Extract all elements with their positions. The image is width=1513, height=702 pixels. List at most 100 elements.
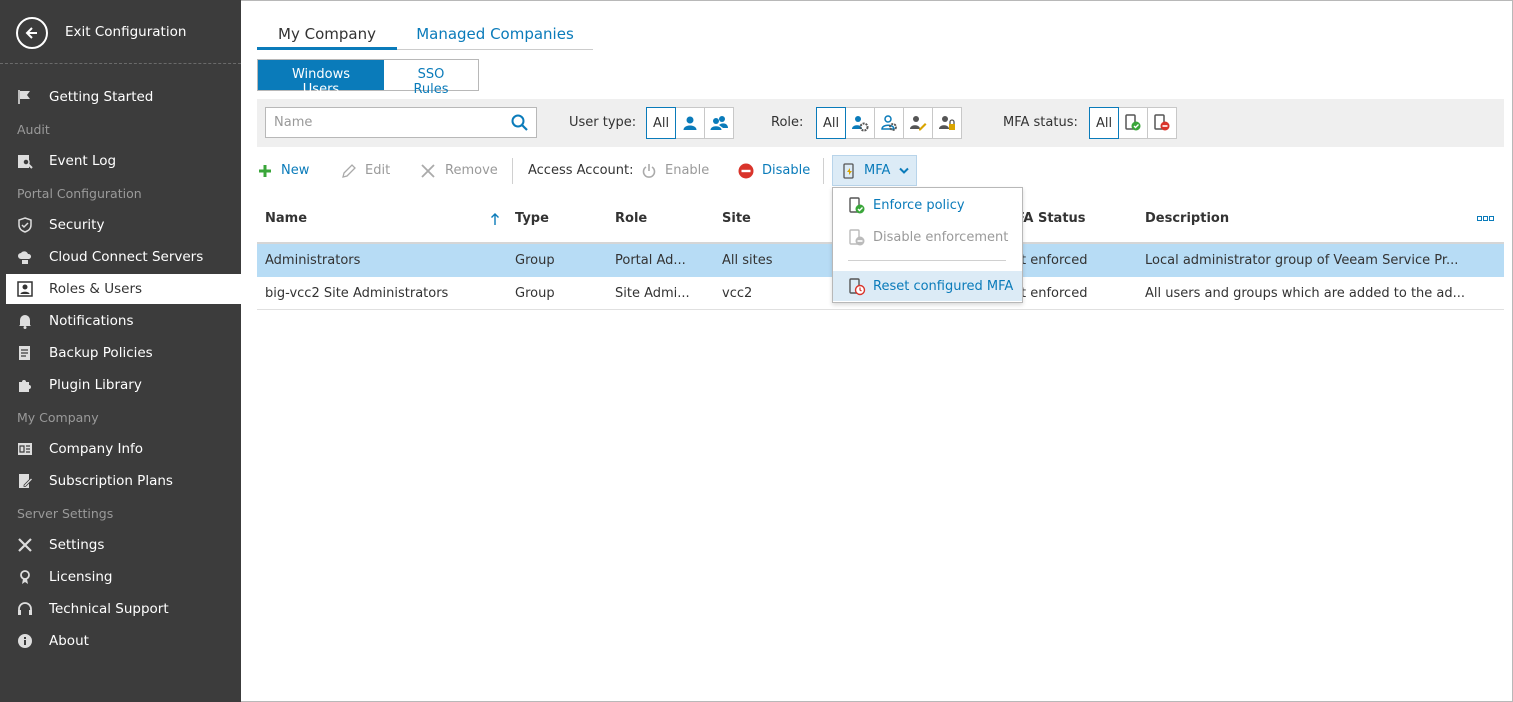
sidebar-item-plugin-library[interactable]: Plugin Library (0, 370, 241, 400)
license-icon (20, 570, 30, 584)
edit-button[interactable]: Edit (365, 163, 390, 178)
role-readonly-button[interactable] (932, 107, 962, 139)
sidebar-item-label: Subscription Plans (49, 473, 173, 489)
exit-configuration-button[interactable]: Exit Configuration (0, 0, 241, 64)
sidebar-item-label: Settings (49, 537, 105, 553)
sidebar-item-label: Security (49, 217, 105, 233)
disable-button[interactable]: Disable (762, 163, 810, 178)
mfa-reset-icon (849, 278, 866, 296)
column-header-type[interactable]: Type (515, 211, 549, 226)
user-icon (683, 116, 697, 130)
user-type-filter: All (646, 107, 734, 139)
section-my-company: My Company (17, 410, 99, 425)
role-filter: All (816, 107, 962, 139)
column-header-site[interactable]: Site (722, 211, 751, 226)
sidebar-item-label: Company Info (49, 441, 144, 457)
power-icon (642, 164, 656, 178)
back-arrow-icon (16, 17, 48, 49)
cell-role: Site Admi... (615, 286, 690, 301)
cell-site: vcc2 (722, 286, 753, 301)
menu-item-label: Disable enforcement (873, 230, 1009, 245)
access-account-label: Access Account: (528, 163, 634, 178)
mfa-all-button[interactable]: All (1089, 107, 1119, 139)
sidebar-item-label: Licensing (49, 569, 113, 585)
search-input[interactable] (266, 108, 502, 137)
sort-ascending-icon[interactable] (490, 212, 500, 226)
user-group-icon (710, 116, 728, 130)
sidebar-item-roles-users[interactable]: Roles & Users (6, 274, 241, 304)
mfa-phone-icon (843, 163, 854, 179)
sidebar-item-about[interactable]: About (0, 626, 241, 656)
subtab-group: Windows Users SSO Rules (257, 59, 479, 97)
sidebar-item-settings[interactable]: Settings (0, 530, 241, 560)
readonly-lock-icon (939, 116, 955, 130)
cell-type: Group (515, 253, 555, 268)
role-portal-admin-button[interactable] (845, 107, 875, 139)
sidebar-item-backup-policies[interactable]: Backup Policies (0, 338, 241, 368)
cell-description: All users and groups which are added to … (1145, 286, 1466, 301)
role-label: Role: (771, 115, 804, 130)
cell-name: Administrators (265, 253, 361, 268)
plus-icon (259, 165, 271, 177)
mfa-dropdown-button[interactable]: MFA (832, 155, 917, 186)
column-header-role[interactable]: Role (615, 211, 647, 226)
sidebar-item-label: Notifications (49, 313, 134, 329)
search-icon[interactable] (511, 114, 529, 132)
menu-item-enforce-policy[interactable]: Enforce policy (833, 190, 1022, 220)
cloud-server-icon (18, 251, 32, 264)
bell-icon (19, 315, 31, 329)
company-icon (18, 443, 32, 455)
tab-managed-companies[interactable]: Managed Companies (397, 22, 593, 50)
subtab-windows-users[interactable]: Windows Users (258, 60, 384, 97)
sidebar-item-notifications[interactable]: Notifications (0, 306, 241, 336)
sidebar-item-label: Backup Policies (49, 345, 153, 361)
mfa-status-label: MFA status: (1003, 115, 1078, 130)
user-type-label: User type: (569, 115, 637, 130)
sidebar-item-label: About (49, 633, 89, 649)
subtab-sso-rules[interactable]: SSO Rules (384, 60, 478, 97)
sidebar-item-event-log[interactable]: Event Log (0, 146, 241, 176)
user-type-user-button[interactable] (675, 107, 705, 139)
menu-item-disable-enforcement[interactable]: Disable enforcement (833, 222, 1022, 252)
column-header-name[interactable]: Name (265, 211, 307, 226)
sidebar-item-getting-started[interactable]: Getting Started (0, 82, 241, 112)
info-icon (18, 634, 32, 648)
sidebar-item-subscription-plans[interactable]: Subscription Plans (0, 466, 241, 496)
mfa-not-enforced-icon (1154, 114, 1170, 131)
role-site-admin-button[interactable] (874, 107, 904, 139)
mfa-not-enforced-button[interactable] (1147, 107, 1177, 139)
operator-pencil-icon (910, 116, 927, 131)
role-all-button[interactable]: All (816, 107, 846, 139)
cell-mfa-status: t enforced (1021, 253, 1088, 268)
column-header-description[interactable]: Description (1145, 211, 1229, 226)
user-type-all-button[interactable]: All (646, 107, 676, 139)
disable-circle-icon (738, 163, 754, 179)
tab-my-company[interactable]: My Company (257, 22, 397, 50)
role-operator-button[interactable] (903, 107, 933, 139)
user-type-group-button[interactable] (704, 107, 734, 139)
new-button[interactable]: New (281, 163, 309, 178)
cell-role: Portal Ad... (615, 253, 686, 268)
policy-icon (19, 346, 30, 360)
sidebar-item-company-info[interactable]: Company Info (0, 434, 241, 464)
pencil-icon (342, 164, 356, 178)
sidebar-item-label: Cloud Connect Servers (49, 249, 204, 265)
column-options-icon[interactable] (1477, 216, 1495, 222)
headset-icon (18, 602, 32, 615)
active-indicator-arrow (230, 279, 241, 301)
user-card-icon (17, 281, 33, 297)
menu-separator (848, 260, 1006, 261)
sidebar-item-technical-support[interactable]: Technical Support (0, 594, 241, 624)
menu-item-reset-configured-mfa[interactable]: Reset configured MFA (833, 271, 1022, 301)
remove-button[interactable]: Remove (445, 163, 498, 178)
sidebar-item-licensing[interactable]: Licensing (0, 562, 241, 592)
sidebar-item-security[interactable]: Security (0, 210, 241, 240)
cell-mfa-status: t enforced (1021, 286, 1088, 301)
enable-button[interactable]: Enable (665, 163, 709, 178)
section-portal-configuration: Portal Configuration (17, 186, 142, 201)
column-header-mfa-status[interactable]: FA Status (1016, 211, 1086, 226)
filter-bar: User type: All Role: All MFA status: All (257, 99, 1504, 147)
sidebar-item-cloud-connect-servers[interactable]: Cloud Connect Servers (0, 242, 241, 272)
mfa-enforced-button[interactable] (1118, 107, 1148, 139)
mfa-disable-icon (849, 229, 865, 246)
